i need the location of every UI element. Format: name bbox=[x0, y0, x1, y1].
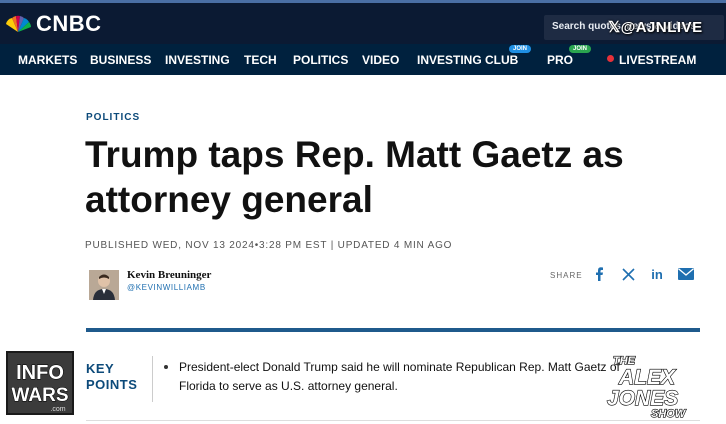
headline-line-2: attorney general bbox=[85, 179, 373, 220]
main-nav: MARKETS BUSINESS INVESTING TECH POLITICS… bbox=[0, 44, 726, 75]
pro-join-badge[interactable]: JOIN bbox=[569, 45, 592, 53]
key-points-separator bbox=[152, 356, 153, 402]
linkedin-icon[interactable]: in bbox=[648, 265, 666, 283]
infowars-logo: INFO WARS .com bbox=[6, 351, 74, 415]
bottom-divider bbox=[86, 420, 700, 421]
x-icon[interactable] bbox=[619, 265, 637, 283]
key-point-1: President-elect Donald Trump said he wil… bbox=[179, 360, 620, 393]
share-label: SHARE bbox=[550, 271, 583, 280]
author-avatar[interactable] bbox=[89, 270, 119, 300]
key-points-divider bbox=[86, 328, 700, 332]
nav-livestream[interactable]: LIVESTREAM bbox=[619, 53, 696, 67]
published-timestamp: PUBLISHED WED, NOV 13 2024•3:28 PM EST |… bbox=[85, 240, 453, 251]
live-dot-icon bbox=[607, 55, 614, 62]
facebook-icon[interactable] bbox=[590, 265, 608, 283]
alex-jones-show-logo: THE ALEX JONES SHOW bbox=[606, 354, 687, 420]
nav-tech[interactable]: TECH bbox=[244, 53, 277, 67]
svg-text:INFO: INFO bbox=[16, 362, 64, 384]
brand-name: CNBC bbox=[36, 11, 102, 36]
headline-line-1: Trump taps Rep. Matt Gaetz as bbox=[85, 134, 624, 175]
section-label[interactable]: POLITICS bbox=[86, 112, 140, 123]
nav-politics[interactable]: POLITICS bbox=[293, 53, 348, 67]
nav-video[interactable]: VIDEO bbox=[362, 53, 399, 67]
nav-investing-club[interactable]: INVESTING CLUB bbox=[417, 53, 518, 67]
x-logo-icon: 𝕏 bbox=[608, 19, 621, 36]
svg-text:JONES: JONES bbox=[607, 387, 678, 410]
key-points-heading: KEY POINTS bbox=[86, 361, 138, 392]
svg-text:.com: .com bbox=[50, 406, 65, 413]
author-name[interactable]: Kevin Breuninger bbox=[127, 269, 211, 281]
ajn-watermark: 𝕏@AJNLIVE bbox=[608, 19, 703, 36]
svg-text:SHOW: SHOW bbox=[651, 408, 687, 420]
svg-text:WARS: WARS bbox=[12, 385, 69, 406]
author-photo-icon bbox=[89, 270, 119, 300]
cnbc-logo[interactable]: CNBC bbox=[4, 11, 102, 37]
nav-investing[interactable]: INVESTING bbox=[165, 53, 230, 67]
bullet-icon bbox=[164, 365, 168, 369]
peacock-icon bbox=[6, 15, 31, 32]
email-icon[interactable] bbox=[677, 265, 695, 283]
headline: Trump taps Rep. Matt Gaetz as attorney g… bbox=[85, 132, 725, 222]
author-handle[interactable]: @KEVINWILLIAMB bbox=[127, 283, 206, 292]
svg-text:ALEX: ALEX bbox=[618, 366, 677, 389]
nav-markets[interactable]: MARKETS bbox=[18, 53, 77, 67]
nav-business[interactable]: BUSINESS bbox=[90, 53, 151, 67]
nav-pro[interactable]: PRO bbox=[547, 53, 573, 67]
investing-club-join-badge[interactable]: JOIN bbox=[509, 45, 532, 53]
